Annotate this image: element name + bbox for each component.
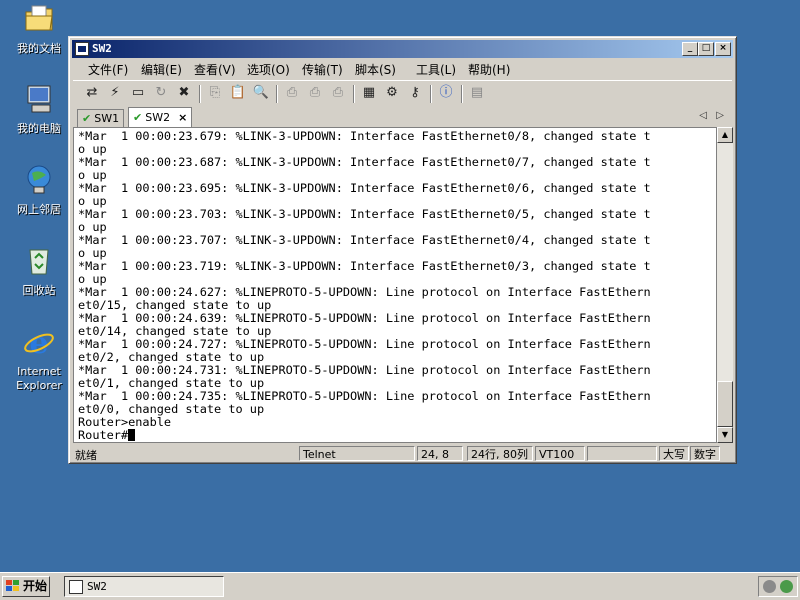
taskbar: 开始 SW2 [0, 572, 800, 600]
network-neighborhood-icon [27, 165, 51, 194]
recycle-bin-icon [29, 249, 49, 275]
securecrt-window: SW2 _ □ × 文件(F) 编辑(E) 查看(V) 选项(O) 传输(T) … [68, 36, 737, 464]
toolbar-separator [276, 85, 278, 103]
copy-icon[interactable]: ⎘ [206, 84, 224, 102]
tab-sw1[interactable]: ✔ SW1 [77, 109, 125, 127]
connected-check-icon: ✔ [133, 111, 143, 124]
menu-options[interactable]: 选项(O) [247, 61, 290, 78]
taskbar-item-label: SW2 [87, 580, 107, 593]
status-empty [587, 446, 657, 461]
app-icon [69, 580, 83, 594]
toolbar: ⇄ ⚡ ▭ ↻ ✖ ⎘ 📋 🔍 ⎙ ⎙ ⎙ ▦ ⚙ ⚷ ⓘ ▤ [73, 80, 732, 107]
menu-help[interactable]: 帮助(H) [468, 61, 510, 78]
sftp-icon[interactable]: ▤ [468, 84, 486, 102]
toolbar-separator [461, 85, 463, 103]
status-ready: 就绪 [75, 449, 97, 462]
menu-script[interactable]: 脚本(S) [355, 61, 396, 78]
scroll-thumb[interactable] [717, 381, 733, 427]
status-num: 数字 [690, 446, 720, 461]
internet-explorer-icon: e [24, 326, 54, 361]
connect-icon[interactable]: ⇄ [83, 84, 101, 102]
windows-logo-icon [6, 580, 19, 591]
scroll-down-button[interactable]: ▼ [717, 427, 733, 443]
print-setup-icon[interactable]: ⎙ [306, 84, 324, 102]
volume-icon[interactable] [763, 580, 776, 593]
tab-sw2[interactable]: ✔ SW2 × [128, 107, 193, 128]
terminal-output: *Mar 1 00:00:23.679: %LINK-3-UPDOWN: Int… [78, 129, 651, 442]
disconnect-icon[interactable]: ✖ [175, 84, 193, 102]
desktop-icon-label: 我的电脑 [17, 122, 61, 135]
status-emulation: VT100 [535, 446, 585, 461]
session-tabs: ✔ SW1 ✔ SW2 × ◁ ▷ [73, 107, 732, 128]
tab-label: SW2 [145, 111, 171, 124]
reconnect-icon[interactable]: ↻ [152, 84, 170, 102]
keymap-icon[interactable]: ⚷ [406, 84, 424, 102]
my-computer-icon [27, 85, 51, 113]
start-button[interactable]: 开始 [2, 576, 50, 597]
desktop-icon-label: 我的文档 [17, 42, 61, 55]
tab-next-arrow-icon[interactable]: ▷ [716, 110, 724, 121]
help-icon[interactable]: ⓘ [437, 84, 455, 102]
find-icon[interactable]: 🔍 [252, 84, 270, 102]
system-tray [758, 576, 798, 597]
status-caps: 大写 [659, 446, 689, 461]
print-screen-icon[interactable]: ⎙ [329, 84, 347, 102]
status-protocol: Telnet [299, 446, 415, 461]
status-bar: 就绪 Telnet 24, 8 24行, 80列 VT100 大写 数字 [73, 445, 732, 462]
toolbar-separator [353, 85, 355, 103]
menu-edit[interactable]: 编辑(E) [141, 61, 182, 78]
desktop-icon-label: 回收站 [22, 284, 56, 297]
connect-tab-icon[interactable]: ▭ [129, 84, 147, 102]
tab-prev-arrow-icon[interactable]: ◁ [699, 110, 707, 121]
toolbar-separator [430, 85, 432, 103]
start-label: 开始 [23, 579, 48, 593]
session-options-icon[interactable]: ▦ [360, 84, 378, 102]
window-titlebar[interactable]: SW2 _ □ × [72, 40, 733, 58]
menu-transfer[interactable]: 传输(T) [302, 61, 343, 78]
global-options-icon[interactable]: ⚙ [383, 84, 401, 102]
desktop-icon-internet-explorer[interactable]: e Internet Explorer [4, 325, 74, 393]
terminal-area[interactable]: *Mar 1 00:00:23.679: %LINK-3-UPDOWN: Int… [73, 127, 717, 443]
desktop-icon-label: 网上邻居 [17, 203, 61, 216]
connected-check-icon: ✔ [82, 112, 92, 125]
status-dimensions: 24行, 80列 [467, 446, 533, 461]
maximize-button[interactable]: □ [698, 42, 714, 56]
tab-label: SW1 [94, 112, 120, 125]
status-cursor-position: 24, 8 [417, 446, 463, 461]
toolbar-separator [199, 85, 201, 103]
vertical-scrollbar[interactable]: ▲ ▼ [717, 127, 733, 443]
close-button[interactable]: × [715, 42, 731, 56]
scroll-up-button[interactable]: ▲ [717, 127, 733, 143]
menu-view[interactable]: 查看(V) [194, 61, 236, 78]
paste-icon[interactable]: 📋 [229, 84, 247, 102]
desktop-icon-network[interactable]: 网上邻居 [4, 163, 74, 217]
minimize-button[interactable]: _ [682, 42, 698, 56]
desktop-icon-my-computer[interactable]: 我的电脑 [4, 82, 74, 136]
desktop-icon-my-documents[interactable]: 我的文档 [4, 2, 74, 56]
taskbar-item-sw2[interactable]: SW2 [64, 576, 224, 597]
menu-tools[interactable]: 工具(L) [416, 61, 456, 78]
quick-connect-icon[interactable]: ⚡ [106, 84, 124, 102]
terminal-cursor [128, 429, 136, 441]
app-icon [75, 42, 89, 56]
print-icon[interactable]: ⎙ [283, 84, 301, 102]
menu-file[interactable]: 文件(F) [88, 61, 128, 78]
network-status-icon[interactable] [780, 580, 793, 593]
tab-close-icon[interactable]: × [178, 111, 187, 124]
menu-bar: 文件(F) 编辑(E) 查看(V) 选项(O) 传输(T) 脚本(S) 工具(L… [73, 59, 732, 79]
window-title: SW2 [92, 42, 112, 55]
my-documents-folder-icon [25, 5, 53, 31]
svg-text:e: e [29, 326, 48, 359]
desktop-icon-recycle-bin[interactable]: 回收站 [4, 244, 74, 298]
desktop-icon-label: Internet Explorer [16, 365, 62, 392]
